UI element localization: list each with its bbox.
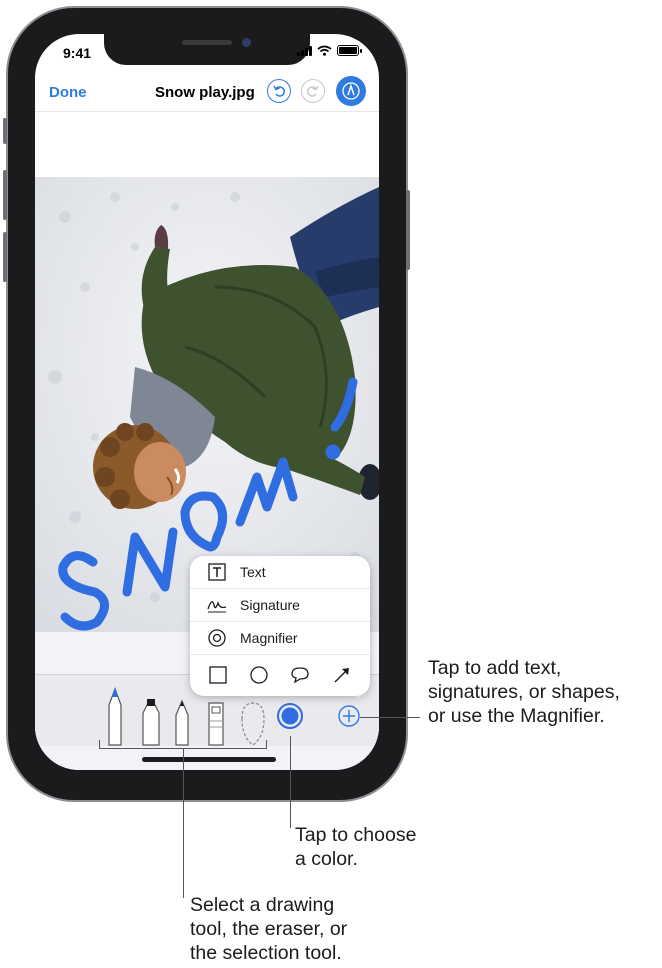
signature-icon bbox=[206, 594, 228, 616]
circle-shape-icon[interactable] bbox=[250, 666, 268, 684]
text-box-icon bbox=[206, 561, 228, 583]
cellular-signal-icon bbox=[297, 45, 312, 56]
popup-item-text[interactable]: Text bbox=[190, 556, 370, 589]
leader-line-tools bbox=[183, 748, 184, 898]
callout-color: Tap to choose a color. bbox=[295, 824, 417, 870]
done-button[interactable]: Done bbox=[49, 84, 87, 101]
notch bbox=[104, 34, 310, 65]
popup-item-label: Magnifier bbox=[240, 630, 298, 646]
add-menu-popup: Text Signature Magnifier bbox=[190, 556, 370, 696]
redo-icon[interactable] bbox=[301, 79, 325, 103]
popup-item-label: Text bbox=[240, 564, 266, 580]
magnifier-icon bbox=[206, 627, 228, 649]
pencil-tool-icon[interactable] bbox=[175, 699, 189, 746]
file-title: Snow play.jpg bbox=[155, 84, 255, 101]
tools-bracket-left bbox=[99, 740, 100, 748]
speaker bbox=[182, 40, 232, 45]
lasso-tool-icon[interactable] bbox=[241, 702, 265, 746]
side-button bbox=[406, 190, 410, 270]
wifi-icon bbox=[317, 45, 332, 56]
undo-icon[interactable] bbox=[267, 79, 291, 103]
status-time: 9:41 bbox=[63, 45, 92, 61]
callout-add: Tap to add text, signatures, or shapes, … bbox=[428, 657, 620, 727]
battery-icon bbox=[337, 45, 362, 56]
popup-item-label: Signature bbox=[240, 597, 300, 613]
tools-bracket-right bbox=[266, 740, 267, 748]
pen-tool-icon[interactable] bbox=[108, 687, 122, 746]
front-camera bbox=[242, 38, 251, 47]
home-indicator bbox=[142, 757, 276, 762]
popup-item-magnifier[interactable]: Magnifier bbox=[190, 622, 370, 655]
markup-pen-icon[interactable] bbox=[336, 76, 366, 106]
shapes-row bbox=[190, 656, 370, 694]
leader-line-add bbox=[360, 717, 420, 718]
popup-item-signature[interactable]: Signature bbox=[190, 589, 370, 622]
status-icons bbox=[297, 45, 362, 56]
color-picker-button[interactable] bbox=[277, 703, 303, 729]
marker-tool-icon[interactable] bbox=[142, 699, 160, 746]
speech-bubble-shape-icon[interactable] bbox=[290, 666, 310, 684]
mute-switch bbox=[3, 118, 7, 144]
volume-up-button bbox=[3, 170, 7, 220]
callout-tools: Select a drawing tool, the eraser, or th… bbox=[190, 894, 348, 964]
eraser-tool-icon[interactable] bbox=[208, 702, 224, 746]
phone-screen: 9:41 Done Snow play.jpg Text Signature M… bbox=[35, 34, 379, 770]
markup-nav-bar: Done Snow play.jpg bbox=[35, 76, 379, 112]
arrow-shape-icon[interactable] bbox=[333, 666, 351, 684]
square-shape-icon[interactable] bbox=[209, 666, 227, 684]
volume-down-button bbox=[3, 232, 7, 282]
plus-icon[interactable] bbox=[338, 705, 360, 727]
leader-line-color bbox=[290, 736, 291, 828]
